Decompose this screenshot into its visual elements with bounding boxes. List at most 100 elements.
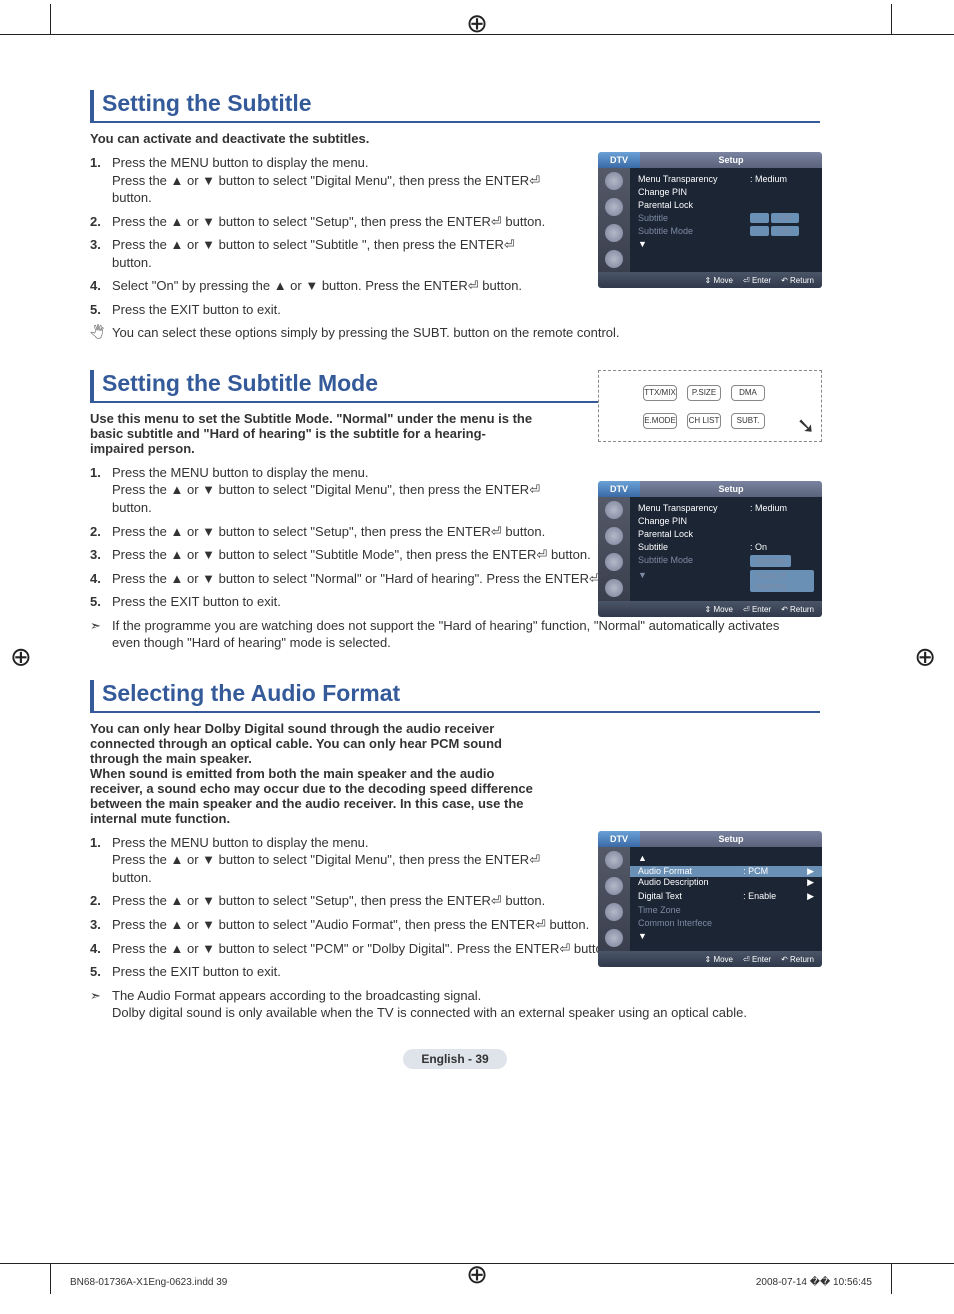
- osd-footer: ⇕ Move ⏎ Enter ↶ Return: [598, 272, 822, 288]
- osd-row-label: Subtitle: [638, 542, 750, 552]
- osd-hint-enter: ⏎ Enter: [743, 605, 771, 614]
- osd-row-label: Parental Lock: [638, 529, 814, 539]
- osd-title: Setup: [640, 831, 822, 847]
- osd-side-icon: [605, 877, 623, 895]
- osd-setup-audio: DTV Setup ▲ Audio Format: PCM▶ Audio Des…: [598, 831, 822, 967]
- osd-row-label: Time Zone: [638, 905, 814, 915]
- osd-hint-return: ↶ Return: [781, 605, 814, 614]
- remote-btn-psize: P.SIZE: [687, 385, 721, 401]
- step-text: Press the EXIT button to exit.: [112, 963, 281, 981]
- osd-footer: ⇕ Move ⏎ Enter ↶ Return: [598, 601, 822, 617]
- osd-side-icon: [605, 579, 623, 597]
- intro-text: You can activate and deactivate the subt…: [90, 131, 540, 146]
- note: 🖑 You can select these options simply by…: [90, 324, 810, 342]
- crop-tick: [891, 4, 892, 34]
- step-text: Press the ▲ or ▼ button to select "Subti…: [112, 236, 550, 271]
- osd-row-val: : Off: [750, 213, 814, 223]
- osd-main: Menu Transparency: Medium Change PIN Par…: [630, 497, 822, 601]
- osd-row-val: : On: [750, 226, 814, 236]
- osd-side: [598, 168, 630, 272]
- osd-setup-subtitle-mode: DTV Setup Menu Transparency: Medium Chan…: [598, 481, 822, 617]
- step-num: 4.: [90, 940, 112, 958]
- page-number-pill: English - 39: [403, 1049, 506, 1069]
- osd-hint-move: ⇕ Move: [705, 955, 734, 964]
- chevron-right-icon: ▶: [807, 877, 814, 888]
- osd-row-label: Change PIN: [638, 516, 814, 526]
- step-num: 1.: [90, 154, 112, 207]
- step-num: 3.: [90, 546, 112, 564]
- osd-row-label: Subtitle Mode: [638, 555, 750, 567]
- osd-side-icon: [605, 553, 623, 571]
- osd-row-val: Normal: [750, 555, 814, 567]
- osd-row-val: : Medium: [750, 503, 814, 513]
- osd-row-val: : Medium: [750, 174, 814, 184]
- osd-row-label: Parental Lock: [638, 200, 814, 210]
- step-num: 4.: [90, 570, 112, 588]
- osd-row-label: Audio Description: [638, 877, 807, 888]
- osd-side: [598, 847, 630, 951]
- osd-row-label: Subtitle Mode: [638, 226, 750, 236]
- osd-side-icon: [605, 224, 623, 242]
- remote-btn-subt: SUBT.: [731, 413, 765, 429]
- osd-side-icon: [605, 250, 623, 268]
- remote-snippet: TTX/MIX P.SIZE DMA E.MODE CH LIST SUBT. …: [598, 370, 822, 442]
- remote-btn-emode: E.MODE: [643, 413, 677, 429]
- step-text: Select "On" by pressing the ▲ or ▼ butto…: [112, 277, 522, 295]
- remote-btn-dma: DMA: [731, 385, 765, 401]
- osd-scroll-up-icon: ▲: [638, 853, 814, 863]
- osd-side: [598, 497, 630, 601]
- osd-row-val: Hard of hearing: [750, 570, 814, 592]
- osd-scroll-down-icon: ▼: [638, 931, 814, 941]
- note: ➣ The Audio Format appears according to …: [90, 987, 810, 1022]
- osd-side-icon: [605, 172, 623, 190]
- osd-side-icon: [605, 501, 623, 519]
- page-footer: English - 39: [90, 1050, 820, 1068]
- osd-hint-return: ↶ Return: [781, 955, 814, 964]
- crop-tick: [50, 1264, 51, 1294]
- registration-mark-icon: ⊕: [466, 8, 488, 39]
- osd-side-icon: [605, 851, 623, 869]
- osd-title: Setup: [640, 481, 822, 497]
- registration-mark-icon: ⊕: [466, 1259, 488, 1290]
- step-num: 3.: [90, 916, 112, 934]
- indd-timestamp: 2008-07-14 �� 10:56:45: [756, 1277, 872, 1288]
- crop-tick: [891, 1264, 892, 1294]
- osd-setup-subtitle: DTV Setup Menu Transparency: Medium Chan…: [598, 152, 822, 288]
- osd-hint-move: ⇕ Move: [705, 276, 734, 285]
- osd-row-val: : Enable: [743, 891, 807, 902]
- step-num: 1.: [90, 834, 112, 887]
- step-num: 5.: [90, 301, 112, 319]
- osd-tab: DTV: [598, 152, 640, 168]
- osd-side-icon: [605, 929, 623, 947]
- hand-icon: 🖑: [90, 324, 112, 342]
- step-num: 2.: [90, 892, 112, 910]
- osd-hint-enter: ⏎ Enter: [743, 955, 771, 964]
- step-text: Press the MENU button to display the men…: [112, 154, 550, 207]
- chevron-right-icon: ▶: [807, 891, 814, 902]
- arrow-note-icon: ➣: [90, 617, 112, 652]
- step-text: Press the ▲ or ▼ button to select "Setup…: [112, 213, 545, 231]
- osd-hint-return: ↶ Return: [781, 276, 814, 285]
- step-num: 3.: [90, 236, 112, 271]
- osd-row-val: : On: [750, 542, 814, 552]
- osd-hint-enter: ⏎ Enter: [743, 276, 771, 285]
- osd-side-icon: [605, 527, 623, 545]
- osd-main: Menu Transparency: Medium Change PIN Par…: [630, 168, 822, 272]
- osd-row-label: Change PIN: [638, 187, 814, 197]
- heading: Setting the Subtitle: [90, 90, 820, 123]
- heading: Selecting the Audio Format: [90, 680, 820, 713]
- note-text: If the programme you are watching does n…: [112, 617, 810, 652]
- pointer-arrow-icon: ➘: [797, 413, 815, 439]
- arrow-note-icon: ➣: [90, 987, 112, 1022]
- registration-mark-icon: ⊕: [10, 642, 32, 673]
- step-text: Press the ▲ or ▼ button to select "Setup…: [112, 892, 545, 910]
- step-num: 5.: [90, 593, 112, 611]
- osd-scroll-down-icon: ▼: [638, 570, 750, 592]
- step-num: 2.: [90, 523, 112, 541]
- chevron-right-icon: ▶: [807, 866, 814, 877]
- osd-side-icon: [605, 198, 623, 216]
- step-text: Press the ▲ or ▼ button to select "Audio…: [112, 916, 589, 934]
- osd-row-label: Menu Transparency: [638, 503, 750, 513]
- osd-row-label: Common Interfece: [638, 918, 814, 928]
- osd-row-label: Menu Transparency: [638, 174, 750, 184]
